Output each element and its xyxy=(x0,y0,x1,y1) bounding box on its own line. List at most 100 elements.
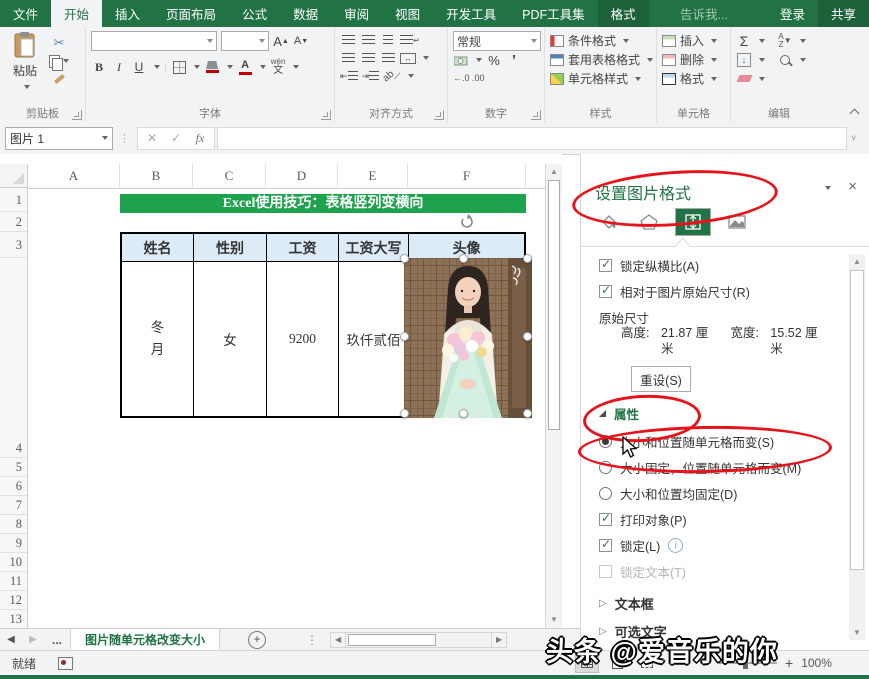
font-name-select[interactable] xyxy=(91,31,217,51)
horizontal-scrollbar[interactable]: ◀ ▶ xyxy=(330,632,507,648)
print-object-row[interactable]: 打印对象(P) xyxy=(599,510,687,529)
scroll-down-icon[interactable]: ▼ xyxy=(548,614,560,626)
cancel-button[interactable]: ✕ xyxy=(140,131,164,145)
underline-button[interactable]: U xyxy=(131,59,147,75)
relative-original-checkbox[interactable] xyxy=(599,285,612,298)
row-header-12[interactable]: 12 xyxy=(0,591,27,610)
radio-row-2[interactable]: 大小和位置均固定(D) xyxy=(599,484,737,503)
format-cells-button[interactable]: 格式 xyxy=(662,69,727,88)
print-object-checkbox[interactable] xyxy=(599,513,612,526)
pane-scrollbar[interactable]: ▲ ▼ xyxy=(849,254,865,640)
row-header-1[interactable]: 1 xyxy=(0,188,27,212)
selection-handle-4[interactable] xyxy=(523,332,532,341)
select-all-corner[interactable] xyxy=(0,164,28,188)
lock-aspect-checkbox[interactable] xyxy=(599,259,612,272)
next-sheet-icon[interactable]: ▶ xyxy=(22,634,44,645)
sheet-list-dots[interactable]: ... xyxy=(52,633,62,647)
row-header-4[interactable]: 4 xyxy=(0,439,27,458)
ribbon-tab-8[interactable]: 开发工具 xyxy=(433,0,509,27)
font-size-select[interactable] xyxy=(221,31,269,51)
align-top-button[interactable] xyxy=(340,32,356,48)
macro-record-icon[interactable] xyxy=(58,657,73,670)
sign-in-button[interactable]: 登录 xyxy=(767,0,818,27)
ribbon-tab-3[interactable]: 页面布局 xyxy=(153,0,229,27)
radio-button-2[interactable] xyxy=(599,487,612,500)
cell-gender[interactable]: 女 xyxy=(194,262,267,416)
font-color-button[interactable]: A xyxy=(237,59,253,75)
number-format-select[interactable]: 常规 xyxy=(453,31,541,51)
share-button[interactable]: 共享 xyxy=(818,0,869,27)
scroll-up-icon[interactable]: ▲ xyxy=(548,166,560,178)
row-header-8[interactable]: 8 xyxy=(0,515,27,534)
align-bottom-button[interactable] xyxy=(380,32,396,48)
clear-button[interactable] xyxy=(736,71,752,87)
cell-salary[interactable]: 9200 xyxy=(267,262,339,416)
ribbon-tab-4[interactable]: 公式 xyxy=(229,0,280,27)
row-header-5[interactable]: 5 xyxy=(0,458,27,477)
zoom-level[interactable]: 100% xyxy=(801,656,832,670)
cell-name[interactable]: 冬月 xyxy=(122,262,194,416)
row-header-3[interactable]: 3 xyxy=(0,232,27,258)
lock-row[interactable]: 锁定(L) i xyxy=(599,536,683,555)
photo-image[interactable] xyxy=(404,258,532,418)
info-icon[interactable]: i xyxy=(668,538,683,553)
ribbon-tab-9[interactable]: PDF工具集 xyxy=(509,0,598,27)
italic-button[interactable]: I xyxy=(111,59,127,75)
cell-styles-button[interactable]: 单元格样式 xyxy=(550,69,653,88)
delete-cells-button[interactable]: 删除 xyxy=(662,50,727,69)
orientation-button[interactable]: ab⟋ xyxy=(383,68,400,84)
row-header-7[interactable]: 7 xyxy=(0,496,27,515)
name-box[interactable]: 图片 1 xyxy=(5,127,113,150)
bold-button[interactable]: B xyxy=(91,59,107,75)
selection-handle-1[interactable] xyxy=(459,254,468,263)
selection-handle-5[interactable] xyxy=(400,409,409,418)
row-header-6[interactable]: 6 xyxy=(0,477,27,496)
selection-handle-0[interactable] xyxy=(400,254,409,263)
autosum-button[interactable]: Σ xyxy=(736,33,752,49)
ribbon-tab-2[interactable]: 插入 xyxy=(102,0,153,27)
reset-button[interactable]: 重设(S) xyxy=(631,366,691,392)
expand-formula-bar-icon[interactable]: ˅ xyxy=(851,133,865,143)
prev-sheet-icon[interactable]: ◀ xyxy=(0,634,22,645)
scroll-left-icon[interactable]: ◀ xyxy=(330,632,346,648)
relative-original-row[interactable]: 相对于图片原始尺寸(R) xyxy=(599,282,750,301)
selection-handle-3[interactable] xyxy=(400,332,409,341)
dialog-launcher-icon[interactable] xyxy=(434,110,444,120)
sort-filter-button[interactable]: AZ▼ xyxy=(777,33,793,49)
ribbon-tab-5[interactable]: 数据 xyxy=(280,0,331,27)
align-center-button[interactable] xyxy=(360,50,376,66)
text-box-section[interactable]: ▷ 文本框 xyxy=(599,594,654,613)
wrap-text-button[interactable]: ↵ xyxy=(400,32,420,48)
worksheet[interactable]: ABCDEF 12345678910111213141516 Excel使用技巧… xyxy=(0,154,562,628)
lock-checkbox[interactable] xyxy=(599,539,612,552)
shrink-font-button[interactable]: A▼ xyxy=(293,33,309,49)
fill-color-button[interactable] xyxy=(204,59,220,75)
percent-button[interactable]: % xyxy=(486,52,502,68)
column-header-F[interactable]: F xyxy=(408,164,526,187)
selection-handle-2[interactable] xyxy=(523,254,532,263)
decimal-buttons[interactable]: ←.0 .00 xyxy=(453,73,485,83)
dialog-launcher-icon[interactable] xyxy=(72,110,82,120)
rotate-handle-icon[interactable] xyxy=(458,214,474,230)
format-painter-button[interactable] xyxy=(49,71,69,87)
dialog-launcher-icon[interactable] xyxy=(531,110,541,120)
pane-options-icon[interactable] xyxy=(825,186,831,190)
selection-handle-7[interactable] xyxy=(523,409,532,418)
grow-font-button[interactable]: A▲ xyxy=(273,33,289,49)
column-header-E[interactable]: E xyxy=(338,164,408,187)
scroll-right-icon[interactable]: ▶ xyxy=(491,632,507,648)
row-header-10[interactable]: 10 xyxy=(0,553,27,572)
ribbon-tab-1[interactable]: 开始 xyxy=(51,0,102,27)
decrease-indent-button[interactable]: ⇤ xyxy=(340,68,358,84)
column-header-C[interactable]: C xyxy=(193,164,266,187)
pane-scroll-thumb[interactable] xyxy=(850,270,864,570)
cut-button[interactable]: ✂ xyxy=(49,35,69,51)
insert-cells-button[interactable]: 插入 xyxy=(662,31,727,50)
insert-function-button[interactable]: fx xyxy=(188,131,212,146)
align-left-button[interactable] xyxy=(340,50,356,66)
row-header-9[interactable]: 9 xyxy=(0,534,27,553)
paste-button[interactable]: 粘贴 xyxy=(5,31,45,93)
accounting-format-button[interactable] xyxy=(453,52,469,68)
name-box-splitter[interactable]: ⋮ xyxy=(119,132,131,145)
comma-button[interactable]: ’ xyxy=(506,52,522,68)
